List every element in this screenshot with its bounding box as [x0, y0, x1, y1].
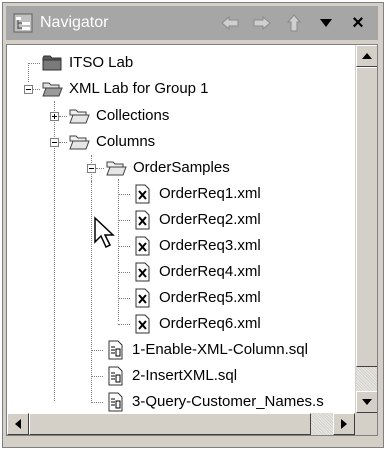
- tree-connector: [59, 142, 67, 143]
- tree-item-label: OrderSamples: [133, 159, 230, 176]
- scroll-right-button[interactable]: [333, 413, 355, 435]
- tree-connector: [118, 220, 130, 221]
- tree-connector: [28, 63, 40, 64]
- tree-item-label: XML Lab for Group 1: [69, 80, 209, 97]
- tree-item-orderreq3[interactable]: OrderReq3.xml: [130, 233, 262, 259]
- vertical-scrollbar[interactable]: [355, 45, 377, 413]
- view-titlebar[interactable]: Navigator ×: [6, 6, 378, 40]
- tree-item-orderreq6[interactable]: OrderReq6.xml: [130, 311, 262, 337]
- sql-file-icon: [103, 339, 127, 361]
- tree-connector: [91, 181, 92, 401]
- tree-item-label: 2-InsertXML.sql: [132, 367, 238, 384]
- scroll-up-button[interactable]: [356, 45, 377, 67]
- tree-item-orderreq5[interactable]: OrderReq5.xml: [130, 285, 262, 311]
- tree-connector: [91, 350, 103, 351]
- arrow-up-icon: [362, 53, 372, 59]
- tree-connector: [59, 116, 67, 117]
- view-menu-button[interactable]: [314, 11, 338, 35]
- tree-item-orderreq2[interactable]: OrderReq2.xml: [130, 207, 262, 233]
- navigator-tree-panel: ITSO Lab XML Lab for Group 1 Collections: [6, 44, 378, 436]
- tree-connector: [33, 89, 40, 90]
- xml-file-icon: [130, 313, 154, 335]
- tree-connector: [118, 246, 130, 247]
- tree-connector: [118, 272, 130, 273]
- expand-toggle-xml-lab[interactable]: [24, 85, 33, 94]
- arrow-left-icon: [15, 419, 21, 429]
- triangle-down-icon: [320, 19, 332, 27]
- vertical-scroll-thumb[interactable]: [356, 67, 377, 367]
- tree-item-insertxml-sql[interactable]: 2-InsertXML.sql: [103, 363, 238, 389]
- tree-item-label: 3-Query-Customer_Names.s: [132, 393, 324, 410]
- tree-item-ordersamples[interactable]: OrderSamples: [104, 155, 231, 181]
- view-title: Navigator: [40, 14, 109, 31]
- tree-item-label: ITSO Lab: [69, 54, 134, 71]
- expand-toggle-collections[interactable]: [50, 112, 59, 121]
- tree-item-itso-lab[interactable]: ITSO Lab: [40, 50, 134, 76]
- folder-icon: [67, 105, 91, 127]
- mouse-pointer-icon: [94, 216, 115, 249]
- scroll-down-button[interactable]: [356, 391, 377, 413]
- up-button[interactable]: [282, 11, 306, 35]
- tree-item-enable-xml-column-sql[interactable]: 1-Enable-XML-Column.sql: [103, 337, 309, 363]
- close-icon: ×: [352, 12, 364, 34]
- expand-toggle-columns[interactable]: [50, 138, 59, 147]
- arrow-right-icon: [253, 15, 271, 31]
- open-folder-icon: [40, 78, 64, 100]
- horizontal-scroll-thumb[interactable]: [29, 413, 311, 435]
- arrow-up-icon: [286, 14, 302, 32]
- resource-tree[interactable]: ITSO Lab XML Lab for Group 1 Collections: [7, 45, 355, 413]
- expand-toggle-ordersamples[interactable]: [87, 164, 96, 173]
- close-button[interactable]: ×: [346, 11, 370, 35]
- tree-item-label: OrderReq1.xml: [159, 185, 261, 202]
- scrollbar-corner: [355, 413, 377, 435]
- sql-file-icon: [103, 365, 127, 387]
- tree-connector: [118, 324, 130, 325]
- tree-item-label: OrderReq2.xml: [159, 211, 261, 228]
- tree-item-label: 1-Enable-XML-Column.sql: [132, 341, 308, 358]
- arrow-right-icon: [341, 419, 347, 429]
- tree-connector: [96, 168, 104, 169]
- horizontal-scrollbar[interactable]: [7, 413, 355, 435]
- xml-file-icon: [130, 209, 154, 231]
- tree-connector: [118, 179, 119, 321]
- tree-item-label: Collections: [96, 107, 170, 124]
- xml-file-icon: [130, 183, 154, 205]
- tree-item-collections[interactable]: Collections: [67, 103, 170, 129]
- arrow-left-icon: [221, 15, 239, 31]
- tree-connector: [91, 402, 103, 403]
- tree-item-label: OrderReq6.xml: [159, 315, 261, 332]
- tree-item-xml-lab-group-1[interactable]: XML Lab for Group 1: [40, 76, 210, 102]
- xml-file-icon: [130, 287, 154, 309]
- tree-item-label: OrderReq5.xml: [159, 289, 261, 306]
- arrow-down-icon: [362, 399, 372, 405]
- scroll-left-button[interactable]: [7, 413, 29, 435]
- open-folder-icon: [104, 157, 128, 179]
- navigator-icon: [12, 12, 34, 34]
- tree-connector: [28, 63, 29, 82]
- back-button[interactable]: [218, 11, 242, 35]
- xml-file-icon: [130, 261, 154, 283]
- tree-item-query-customer-names-sql[interactable]: 3-Query-Customer_Names.s: [103, 389, 325, 413]
- tree-connector: [118, 194, 130, 195]
- tree-item-label: Columns: [96, 133, 156, 150]
- tree-item-orderreq4[interactable]: OrderReq4.xml: [130, 259, 262, 285]
- tree-connector: [118, 298, 130, 299]
- tree-item-label: OrderReq4.xml: [159, 263, 261, 280]
- tree-item-label: OrderReq3.xml: [159, 237, 261, 254]
- tree-item-columns[interactable]: Columns: [67, 129, 156, 155]
- sql-file-icon: [103, 391, 127, 413]
- tree-item-orderreq1[interactable]: OrderReq1.xml: [130, 181, 262, 207]
- project-icon: [40, 52, 64, 74]
- tree-connector: [91, 376, 103, 377]
- open-folder-icon: [67, 131, 91, 153]
- xml-file-icon: [130, 235, 154, 257]
- forward-button[interactable]: [250, 11, 274, 35]
